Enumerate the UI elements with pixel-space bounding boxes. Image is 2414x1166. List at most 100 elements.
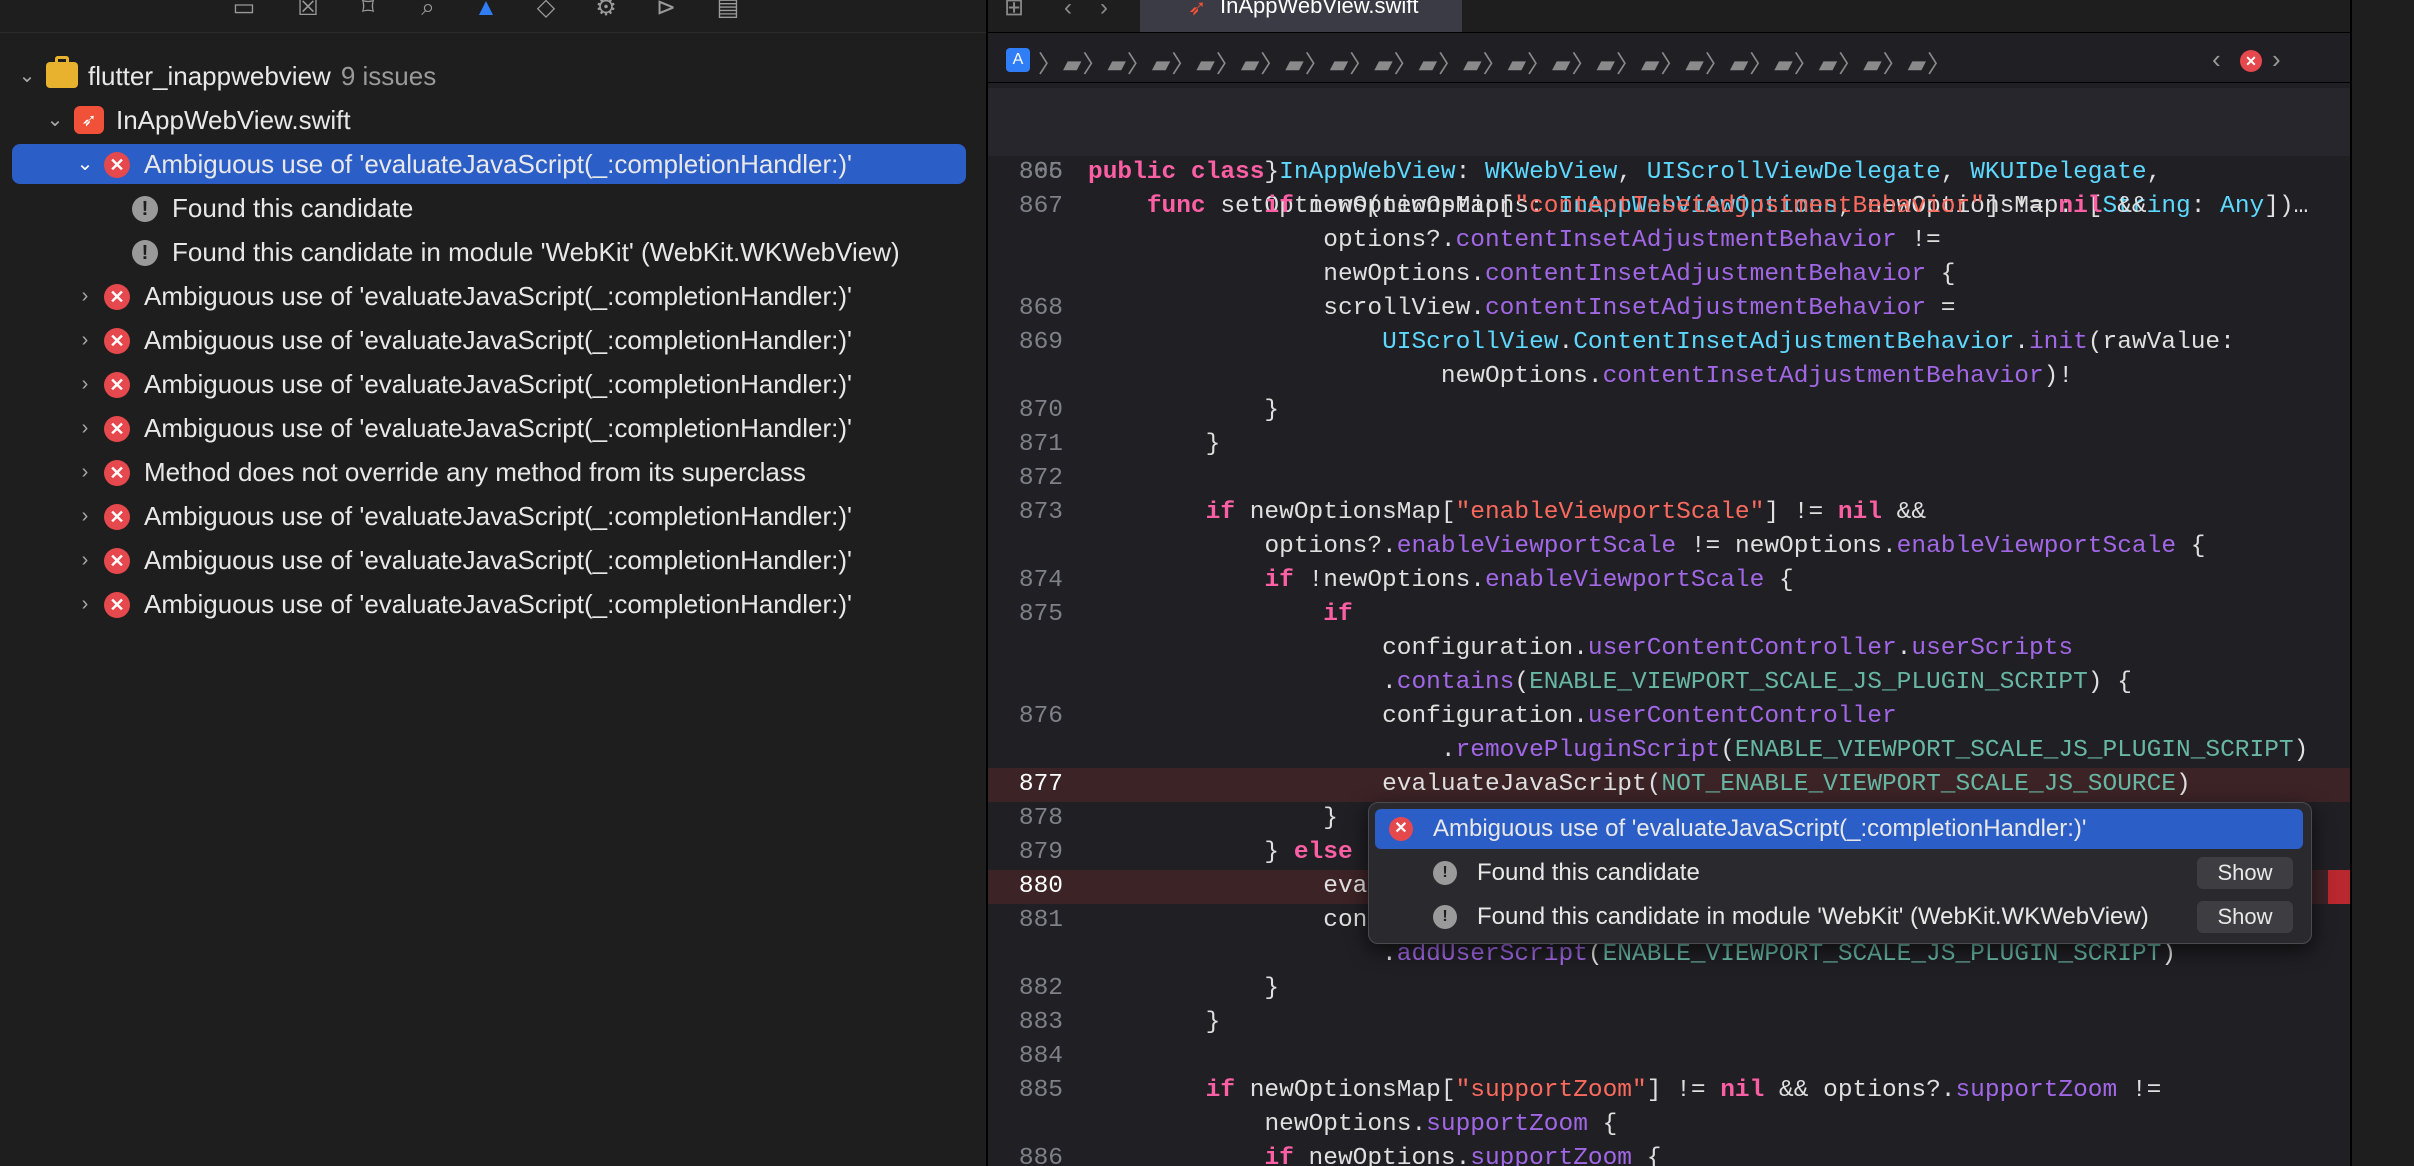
issue-row[interactable]: › ✕ Ambiguous use of 'evaluateJavaScript…	[12, 364, 966, 404]
chevron-right-icon[interactable]: ›	[74, 364, 96, 404]
code-line: 885 if newOptionsMap["supportZoom"] != n…	[988, 1074, 2350, 1108]
code-text: }	[1088, 397, 1280, 424]
app-icon[interactable]: A	[1006, 48, 1030, 72]
code-line: 866 }	[988, 156, 2350, 190]
code-line: .contains(ENABLE_VIEWPORT_SCALE_JS_PLUGI…	[988, 666, 2350, 700]
code-line: 868 scrollView.contentInsetAdjustmentBeh…	[988, 292, 2350, 326]
code-line: 871 }	[988, 428, 2350, 462]
error-icon: ✕	[104, 592, 130, 618]
debug-icon[interactable]: ⚙	[592, 0, 620, 22]
find-icon[interactable]: ⌕	[414, 0, 442, 22]
code-line: options?.enableViewportScale != newOptio…	[988, 530, 2350, 564]
line-number: 881	[1018, 907, 1063, 934]
code-text: configuration.userContentController.user…	[1382, 635, 2074, 662]
note-text: Found this candidate	[172, 193, 414, 223]
navigator-toolbar: ▭ ☒ ⌑ ⌕ ▲ ◇ ⚙ ⊳ ▤	[0, 0, 986, 33]
sticky-line: 12 public class InAppWebView: WKWebView,…	[988, 88, 2350, 186]
code-text: evaluateJavaScript(NOT_ENABLE_VIEWPORT_S…	[1382, 771, 2191, 798]
grid-icon[interactable]: ⊞	[1004, 0, 1024, 22]
code-text: scrollView.contentInsetAdjustmentBehavio…	[1323, 295, 1956, 322]
popover-note-text: Found this candidate in module 'WebKit' …	[1477, 903, 2149, 930]
issue-row[interactable]: › ✕ Ambiguous use of 'evaluateJavaScript…	[12, 496, 966, 536]
chevron-down-icon[interactable]: ⌄	[16, 56, 38, 96]
issue-row[interactable]: › ✕ Ambiguous use of 'evaluateJavaScript…	[12, 408, 966, 448]
back-icon[interactable]: ‹	[1064, 0, 1072, 22]
code-text: .contains(ENABLE_VIEWPORT_SCALE_JS_PLUGI…	[1088, 669, 2132, 696]
file-name: InAppWebView.swift	[116, 105, 351, 135]
chevron-right-icon[interactable]: ›	[74, 496, 96, 536]
breakpoint-icon[interactable]: ⊳	[652, 0, 680, 22]
code-line: 883 }	[988, 1006, 2350, 1040]
project-toolbox-icon	[46, 56, 78, 88]
chevron-down-icon[interactable]: ⌄	[74, 144, 96, 184]
test-icon[interactable]: ◇	[532, 0, 560, 22]
issue-row[interactable]: › ✕ Ambiguous use of 'evaluateJavaScript…	[12, 540, 966, 580]
issue-row[interactable]: › ✕ Ambiguous use of 'evaluateJavaScript…	[12, 584, 966, 624]
issue-warning-icon[interactable]: ▲	[472, 0, 500, 22]
previous-issue-icon[interactable]: ‹	[2212, 44, 2221, 75]
popover-note-row[interactable]: ! Found this candidate Show	[1375, 853, 2303, 893]
issue-row[interactable]: › ✕ Ambiguous use of 'evaluateJavaScript…	[12, 320, 966, 360]
error-icon: ✕	[104, 504, 130, 530]
popover-error-row[interactable]: ✕ Ambiguous use of 'evaluateJavaScript(_…	[1375, 809, 2303, 849]
line-number: 866	[1018, 159, 1063, 186]
issue-note-row[interactable]: ! Found this candidate in module 'WebKit…	[12, 232, 966, 272]
bookmark-icon[interactable]: ⌑	[354, 0, 382, 22]
code-text: }	[1088, 431, 1221, 458]
code-line: 876 configuration.userContentController	[988, 700, 2350, 734]
show-button[interactable]: Show	[2197, 901, 2293, 933]
code-line: options?.contentInsetAdjustmentBehavior …	[988, 224, 2350, 258]
forward-icon[interactable]: ›	[1100, 0, 1108, 22]
error-annotation-marker[interactable]	[2328, 870, 2350, 904]
code-line: 875 if	[988, 598, 2350, 632]
code-area[interactable]: 12 public class InAppWebView: WKWebView,…	[988, 88, 2350, 1166]
chevron-right-icon[interactable]: ›	[74, 452, 96, 492]
line-number: 878	[1018, 805, 1063, 832]
chevron-right-icon[interactable]: ›	[74, 584, 96, 624]
code-text: }	[1088, 975, 1280, 1002]
code-text: .removePluginScript(ENABLE_VIEWPORT_SCAL…	[1088, 737, 2309, 764]
chevron-right-icon[interactable]: ›	[74, 320, 96, 360]
error-icon[interactable]: ✕	[2240, 50, 2262, 72]
note-icon: !	[1433, 861, 1457, 885]
code-line: 886 if newOptions.supportZoom {	[988, 1142, 2350, 1166]
chevron-down-icon[interactable]: ⌄	[44, 100, 66, 140]
issue-text: Ambiguous use of 'evaluateJavaScript(_:c…	[144, 545, 852, 575]
chevron-right-icon[interactable]: ›	[74, 408, 96, 448]
code-line: 870 }	[988, 394, 2350, 428]
note-icon: !	[132, 240, 158, 266]
error-icon: ✕	[1389, 817, 1413, 841]
next-issue-icon[interactable]: ›	[2272, 44, 2281, 75]
code-line: newOptions.contentInsetAdjustmentBehavio…	[988, 258, 2350, 292]
issue-text: Method does not override any method from…	[144, 457, 806, 487]
line-number: 884	[1018, 1043, 1063, 1070]
chevron-right-icon[interactable]: ›	[74, 276, 96, 316]
source-control-icon[interactable]: ☒	[294, 0, 322, 22]
line-number: 883	[1018, 1009, 1063, 1036]
popover-note-row[interactable]: ! Found this candidate in module 'WebKit…	[1375, 897, 2303, 937]
file-row[interactable]: ⌄ ➶ InAppWebView.swift	[12, 100, 966, 140]
error-icon: ✕	[104, 416, 130, 442]
error-icon: ✕	[104, 372, 130, 398]
folder-icon[interactable]: 〉▰〉▰〉▰〉▰〉▰〉▰〉▰〉▰〉▰〉▰〉▰〉▰〉▰〉▰〉▰〉▰〉▰〉▰〉▰〉▰…	[1038, 44, 1952, 79]
issue-note-row[interactable]: ! Found this candidate	[12, 188, 966, 228]
error-icon: ✕	[104, 548, 130, 574]
issue-row-selected[interactable]: ⌄ ✕ Ambiguous use of 'evaluateJavaScript…	[12, 144, 966, 184]
show-button[interactable]: Show	[2197, 857, 2293, 889]
issue-row[interactable]: › ✕ Method does not override any method …	[12, 452, 966, 492]
code-line: .removePluginScript(ENABLE_VIEWPORT_SCAL…	[988, 734, 2350, 768]
issue-row[interactable]: › ✕ Ambiguous use of 'evaluateJavaScript…	[12, 276, 966, 316]
tab-inappwebview[interactable]: ➶ InAppWebView.swift	[1140, 0, 1462, 32]
code-line: 867 if newOptionsMap["contentInsetAdjust…	[988, 190, 2350, 224]
chevron-right-icon[interactable]: ›	[74, 540, 96, 580]
code-line: newOptions.contentInsetAdjustmentBehavio…	[988, 360, 2350, 394]
code-text: if !newOptions.enableViewportScale {	[1264, 567, 1794, 594]
line-number: 876	[1018, 703, 1063, 730]
code-text: eva	[1323, 873, 1368, 900]
report-icon[interactable]: ▤	[714, 0, 742, 22]
code-line: 874 if !newOptions.enableViewportScale {	[988, 564, 2350, 598]
code-line: newOptions.supportZoom {	[988, 1108, 2350, 1142]
code-line: 882 }	[988, 972, 2350, 1006]
folder-icon[interactable]: ▭	[230, 0, 258, 22]
project-row[interactable]: ⌄ flutter_inappwebview 9 issues	[12, 56, 966, 96]
